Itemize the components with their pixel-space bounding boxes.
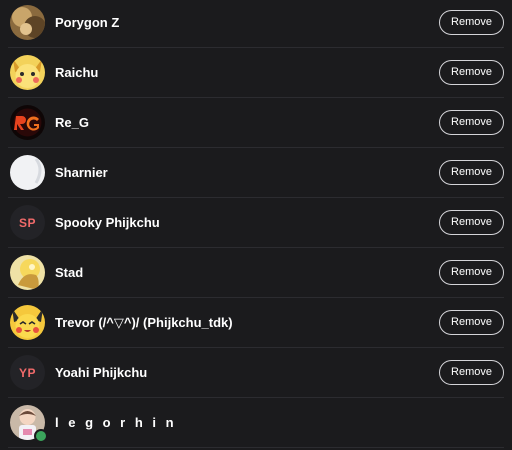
remove-button[interactable]: Remove (439, 60, 504, 85)
remove-button[interactable]: Remove (439, 310, 504, 335)
member-row: Porygon Z Remove (0, 0, 512, 48)
member-name: Spooky Phijkchu (55, 215, 160, 230)
avatar-initials: YP (10, 355, 45, 390)
member-row: YP Yoahi Phijkchu Remove (0, 348, 512, 398)
remove-button[interactable]: Remove (439, 160, 504, 185)
member-name: Porygon Z (55, 15, 120, 30)
member-row: Raichu Remove (0, 48, 512, 98)
member-row: Re_G Remove (0, 98, 512, 148)
avatar (10, 255, 45, 290)
avatar (10, 155, 45, 190)
member-row: Stad Remove (0, 248, 512, 298)
remove-button[interactable]: Remove (439, 210, 504, 235)
member-name: Re_G (55, 115, 89, 130)
remove-button[interactable]: Remove (439, 10, 504, 35)
avatar (10, 5, 45, 40)
divider (8, 447, 504, 448)
member-name: Yoahi Phijkchu (55, 365, 148, 380)
member-row: Sharnier Remove (0, 148, 512, 198)
avatar (10, 105, 45, 140)
remove-button[interactable]: Remove (439, 110, 504, 135)
member-name: l e g o r h i n (55, 415, 177, 430)
member-name: Stad (55, 265, 84, 280)
avatar (10, 305, 45, 340)
avatar-initials: SP (10, 205, 45, 240)
member-list: Porygon Z Remove Raichu Remove Re_G Remo… (0, 0, 512, 448)
member-name: Trevor (/^▽^)/ (Phijkchu_tdk) (55, 315, 233, 330)
member-row: Trevor (/^▽^)/ (Phijkchu_tdk) Remove (0, 298, 512, 348)
member-name: Raichu (55, 65, 99, 80)
avatar (10, 55, 45, 90)
member-name: Sharnier (55, 165, 108, 180)
remove-button[interactable]: Remove (439, 360, 504, 385)
remove-button[interactable]: Remove (439, 260, 504, 285)
online-status-indicator (34, 429, 48, 443)
member-row: l e g o r h i n (0, 398, 512, 448)
member-row: SP Spooky Phijkchu Remove (0, 198, 512, 248)
